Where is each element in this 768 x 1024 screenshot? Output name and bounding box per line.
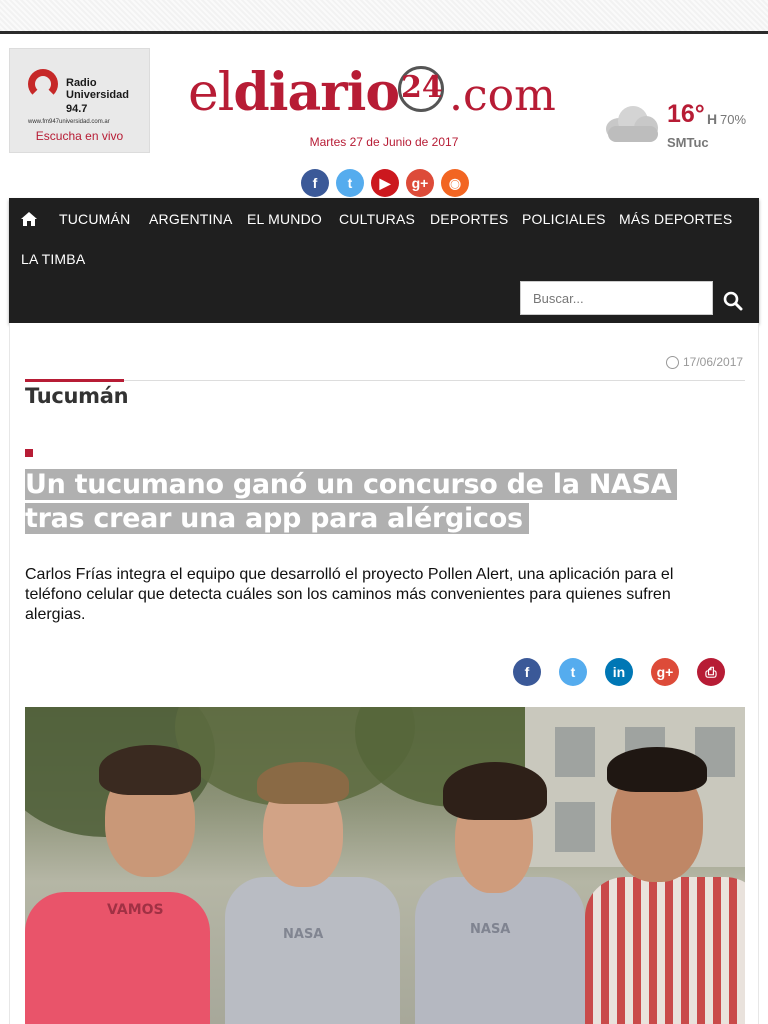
- radio-frequency: 94.7: [66, 103, 88, 115]
- listen-live-link[interactable]: Escucha en vivo: [10, 129, 149, 143]
- article-summary: Carlos Frías integra el equipo que desar…: [25, 566, 674, 623]
- top-rule: [0, 31, 768, 34]
- search-input[interactable]: [520, 281, 713, 315]
- clock-icon: [666, 356, 679, 369]
- logo-number-mark: 24: [395, 62, 449, 116]
- radio-name-line2: Universidad: [66, 89, 129, 101]
- nav-item-deportes[interactable]: DEPORTES: [430, 211, 508, 227]
- nav-item-argentina[interactable]: ARGENTINA: [149, 211, 232, 227]
- section-accent-bar: [25, 379, 124, 382]
- weather-temperature: 16°: [667, 100, 705, 128]
- bullet-marker: [25, 449, 33, 457]
- radio-universidad-banner[interactable]: Radio Universidad 94.7 www.fm947universi…: [9, 48, 150, 153]
- nav-item-culturas[interactable]: CULTURAS: [339, 211, 415, 227]
- share-google-plus-icon[interactable]: g+: [651, 658, 679, 686]
- facebook-icon[interactable]: f: [301, 169, 329, 197]
- section-divider: [25, 380, 745, 381]
- share-linkedin-icon[interactable]: in: [605, 658, 633, 686]
- headline-text: Un tucumano ganó un concurso de la NASA …: [25, 469, 678, 534]
- nav-item-la-timba[interactable]: LA TIMBA: [21, 251, 85, 267]
- logo-part3: .com: [449, 70, 556, 121]
- logo-part2: diario: [233, 62, 400, 123]
- radio-name-line1: Radio: [66, 77, 97, 89]
- youtube-icon[interactable]: ▶: [371, 169, 399, 197]
- cloud-icon: [600, 102, 660, 146]
- radio-url: www.fm947universidad.com.ar: [28, 119, 110, 125]
- nav-item-tucuman[interactable]: TUCUMÁN: [59, 211, 130, 227]
- radio-logo: Radio Universidad 94.7 www.fm947universi…: [26, 67, 134, 127]
- share-twitter-icon[interactable]: t: [559, 658, 587, 686]
- radio-name: Radio Universidad: [66, 77, 129, 101]
- weather-station: SMTuc: [667, 135, 709, 150]
- nav-item-mas-deportes[interactable]: MÁS DEPORTES: [619, 211, 732, 227]
- nav-item-el-mundo[interactable]: EL MUNDO: [247, 211, 322, 227]
- site-logo[interactable]: eldiario 24 .com: [188, 62, 578, 132]
- main-nav: TUCUMÁN ARGENTINA EL MUNDO CULTURAS DEPO…: [9, 198, 759, 323]
- twitter-icon[interactable]: t: [336, 169, 364, 197]
- search-icon[interactable]: [723, 291, 743, 311]
- share-print-icon[interactable]: ⎙: [697, 658, 725, 686]
- top-strip: [0, 0, 768, 31]
- humidity-label: H: [707, 111, 718, 127]
- rss-icon[interactable]: ◉: [441, 169, 469, 197]
- radio-logo-icon: [28, 69, 58, 99]
- logo-part1: el: [188, 63, 234, 123]
- article-photo: VAMOS NASA NASA: [25, 707, 745, 1024]
- logo-number: 24: [401, 70, 443, 105]
- weather-humidity: 70%: [720, 112, 747, 127]
- nav-item-policiales[interactable]: POLICIALES: [522, 211, 606, 227]
- share-facebook-icon[interactable]: f: [513, 658, 541, 686]
- google-plus-icon[interactable]: g+: [406, 169, 434, 197]
- current-date: Martes 27 de Junio de 2017: [309, 135, 459, 149]
- article-container: 17/06/2017 Tucumán Un tucumano ganó un c…: [9, 323, 759, 1024]
- home-icon[interactable]: [21, 212, 37, 226]
- section-title[interactable]: Tucumán: [25, 384, 129, 408]
- article-headline: Un tucumano ganó un concurso de la NASA …: [25, 468, 725, 536]
- article-date: 17/06/2017: [683, 355, 744, 369]
